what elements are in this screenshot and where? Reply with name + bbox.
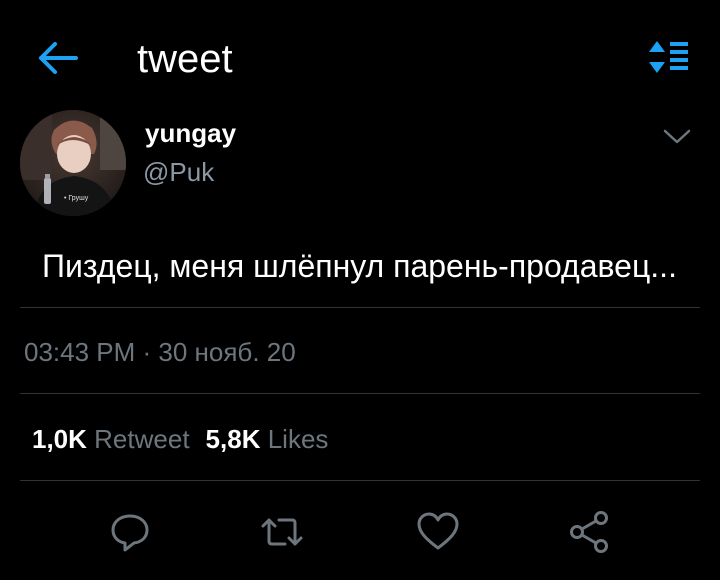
avatar[interactable]: • Грушу bbox=[20, 110, 126, 216]
likes-count: 5,8K bbox=[205, 424, 261, 454]
comment-icon bbox=[111, 514, 149, 552]
tweet-text: Пиздец, меня шлёпнул парень-продавец... bbox=[42, 248, 677, 284]
retweet-button[interactable] bbox=[258, 508, 306, 556]
share-button[interactable] bbox=[566, 508, 614, 556]
sort-button[interactable] bbox=[646, 38, 692, 76]
share-icon bbox=[570, 511, 608, 553]
arrow-left-icon bbox=[39, 42, 78, 74]
avatar-caption: • Грушу bbox=[64, 195, 89, 202]
tweet-timestamp: 03:43 PM · 30 нояб. 20 bbox=[24, 337, 296, 367]
heart-icon bbox=[417, 512, 459, 550]
back-button[interactable] bbox=[36, 38, 80, 78]
retweets-count: 1,0K bbox=[32, 424, 87, 454]
reply-button[interactable] bbox=[106, 508, 154, 556]
page-title: tweet bbox=[137, 37, 233, 81]
display-name[interactable]: yungay bbox=[145, 118, 236, 148]
retweet-icon bbox=[261, 518, 303, 546]
tweet-stats: 1,0K Retweet 5,8K Likes bbox=[32, 423, 328, 455]
like-button[interactable] bbox=[414, 508, 462, 556]
retweets-label: Retweet bbox=[94, 424, 190, 454]
divider bbox=[20, 393, 700, 394]
likes-label: Likes bbox=[267, 424, 329, 454]
chevron-down-icon bbox=[663, 129, 691, 144]
divider bbox=[20, 307, 700, 308]
likes-stat[interactable]: 5,8K Likes bbox=[206, 424, 329, 454]
user-handle[interactable]: @Puk bbox=[143, 157, 214, 187]
avatar-photo: • Грушу bbox=[20, 110, 126, 216]
sort-list-icon bbox=[649, 41, 688, 73]
tweet-menu-button[interactable] bbox=[660, 124, 694, 150]
top-bar: tweet bbox=[0, 0, 720, 112]
retweets-stat[interactable]: 1,0K Retweet bbox=[32, 424, 190, 454]
divider bbox=[20, 480, 700, 481]
